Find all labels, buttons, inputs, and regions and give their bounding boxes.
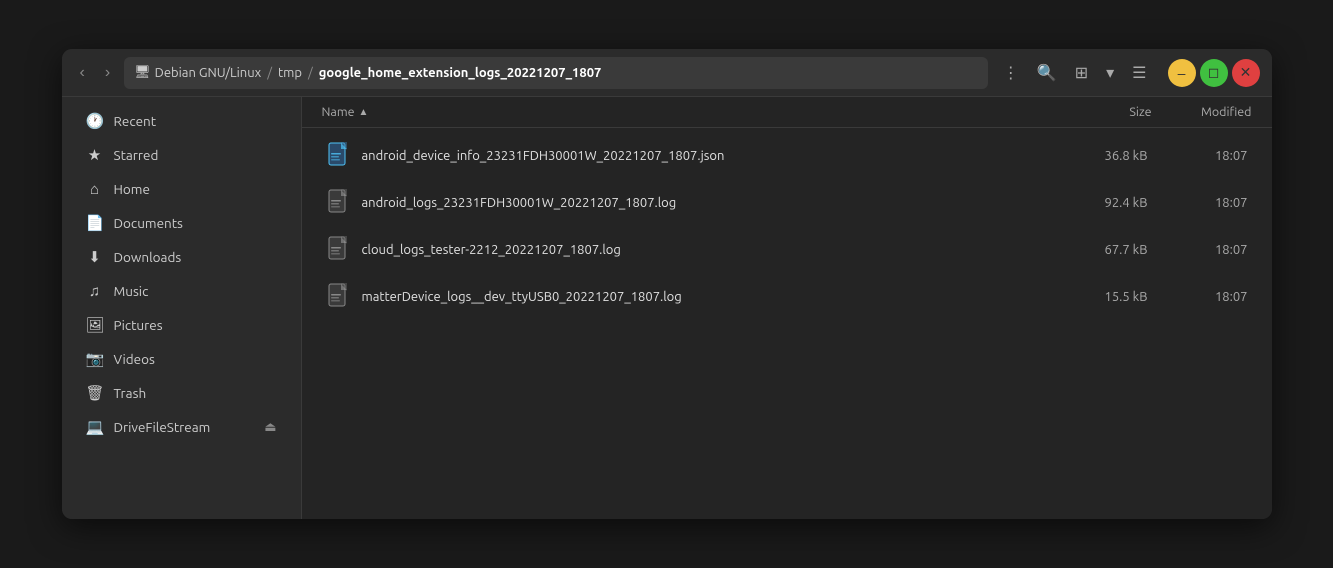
file-name: cloud_logs_tester-2212_20221207_1807.log [362,243,621,257]
titlebar-actions: ⋮ 🔍 ⊞ ▾ ☰ [996,59,1154,87]
more-options-button[interactable]: ⋮ [996,59,1026,87]
breadcrumb-sep-1: / [267,66,272,80]
sidebar-label-trash: Trash [114,385,147,401]
file-modified: 18:07 [1148,196,1248,210]
file-name: android_device_info_23231FDH30001W_20221… [362,149,725,163]
header-size: Size [1052,105,1152,119]
file-list-header: Name ▲ Size Modified [302,97,1272,128]
sidebar-label-music: Music [114,283,149,299]
grid-view-button[interactable]: ⊞ [1068,59,1095,87]
main-panel: Name ▲ Size Modified android_device_i [302,97,1272,519]
sidebar-item-drive[interactable]: 💻 DriveFileStream ⏏ [68,411,295,443]
file-size: 15.5 kB [1048,290,1148,304]
close-button[interactable]: ✕ [1232,59,1260,87]
header-modified: Modified [1152,105,1252,119]
sidebar-item-recent[interactable]: 🕐 Recent [68,105,295,137]
sidebar-label-downloads: Downloads [114,249,182,265]
file-name-cell: android_device_info_23231FDH30001W_20221… [326,141,1048,171]
breadcrumb-tmp: tmp [278,66,302,80]
file-name: matterDevice_logs__dev_ttyUSB0_20221207_… [362,290,682,304]
table-row[interactable]: android_device_info_23231FDH30001W_20221… [306,133,1268,179]
file-name-cell: android_logs_23231FDH30001W_20221207_180… [326,188,1048,218]
pictures-icon: 🖼 [86,316,104,334]
file-icon [326,188,352,218]
breadcrumb-sep-2: / [308,66,313,80]
home-icon: ⌂ [86,180,104,198]
file-name-cell: matterDevice_logs__dev_ttyUSB0_20221207_… [326,282,1048,312]
breadcrumb[interactable]: 🖥 Debian GNU/Linux / tmp / google_home_e… [124,57,988,89]
sidebar: 🕐 Recent ★ Starred ⌂ Home 📄 Documents ⬇ … [62,97,302,519]
sidebar-item-music[interactable]: ♫ Music [68,275,295,307]
sidebar-item-downloads[interactable]: ⬇ Downloads [68,241,295,273]
table-row[interactable]: android_logs_23231FDH30001W_20221207_180… [306,180,1268,226]
file-list: android_device_info_23231FDH30001W_20221… [302,128,1272,519]
content-area: 🕐 Recent ★ Starred ⌂ Home 📄 Documents ⬇ … [62,97,1272,519]
sidebar-label-home: Home [114,181,150,197]
header-name[interactable]: Name ▲ [322,105,1052,119]
recent-icon: 🕐 [86,112,104,130]
sidebar-label-pictures: Pictures [114,317,163,333]
videos-icon: 📷 [86,350,104,368]
documents-icon: 📄 [86,214,104,232]
file-icon [326,282,352,312]
file-size: 36.8 kB [1048,149,1148,163]
sidebar-label-documents: Documents [114,215,183,231]
breadcrumb-root: 🖥 Debian GNU/Linux [134,65,261,80]
maximize-button[interactable]: ◻ [1200,59,1228,87]
titlebar: ‹ › 🖥 Debian GNU/Linux / tmp / google_ho… [62,49,1272,97]
list-view-button[interactable]: ☰ [1125,59,1153,87]
file-manager-window: ‹ › 🖥 Debian GNU/Linux / tmp / google_ho… [62,49,1272,519]
computer-icon: 🖥 [134,65,151,80]
breadcrumb-current: google_home_extension_logs_20221207_1807 [319,66,602,80]
file-name-cell: cloud_logs_tester-2212_20221207_1807.log [326,235,1048,265]
sidebar-item-starred[interactable]: ★ Starred [68,139,295,171]
file-size: 92.4 kB [1048,196,1148,210]
sidebar-label-starred: Starred [114,147,159,163]
file-size: 67.7 kB [1048,243,1148,257]
back-button[interactable]: ‹ [74,60,91,86]
file-icon [326,235,352,265]
sidebar-item-trash[interactable]: 🗑 Trash [68,377,295,409]
sort-arrow: ▲ [359,106,369,118]
sidebar-label-recent: Recent [114,113,157,129]
table-row[interactable]: matterDevice_logs__dev_ttyUSB0_20221207_… [306,274,1268,320]
view-toggle-button[interactable]: ▾ [1099,59,1121,87]
sidebar-label-drive: DriveFileStream [114,419,211,435]
drive-icon: 💻 [86,418,104,436]
window-controls: – ◻ ✕ [1168,59,1260,87]
music-icon: ♫ [86,282,104,300]
starred-icon: ★ [86,146,104,164]
minimize-button[interactable]: – [1168,59,1196,87]
file-modified: 18:07 [1148,243,1248,257]
trash-icon: 🗑 [86,384,104,402]
sidebar-label-videos: Videos [114,351,155,367]
file-icon [326,141,352,171]
eject-icon[interactable]: ⏏ [264,420,276,435]
sidebar-item-videos[interactable]: 📷 Videos [68,343,295,375]
search-button[interactable]: 🔍 [1030,59,1064,87]
table-row[interactable]: cloud_logs_tester-2212_20221207_1807.log… [306,227,1268,273]
file-modified: 18:07 [1148,149,1248,163]
file-name: android_logs_23231FDH30001W_20221207_180… [362,196,677,210]
sidebar-item-documents[interactable]: 📄 Documents [68,207,295,239]
sidebar-item-home[interactable]: ⌂ Home [68,173,295,205]
downloads-icon: ⬇ [86,248,104,266]
sidebar-item-pictures[interactable]: 🖼 Pictures [68,309,295,341]
forward-button[interactable]: › [99,60,116,86]
file-modified: 18:07 [1148,290,1248,304]
